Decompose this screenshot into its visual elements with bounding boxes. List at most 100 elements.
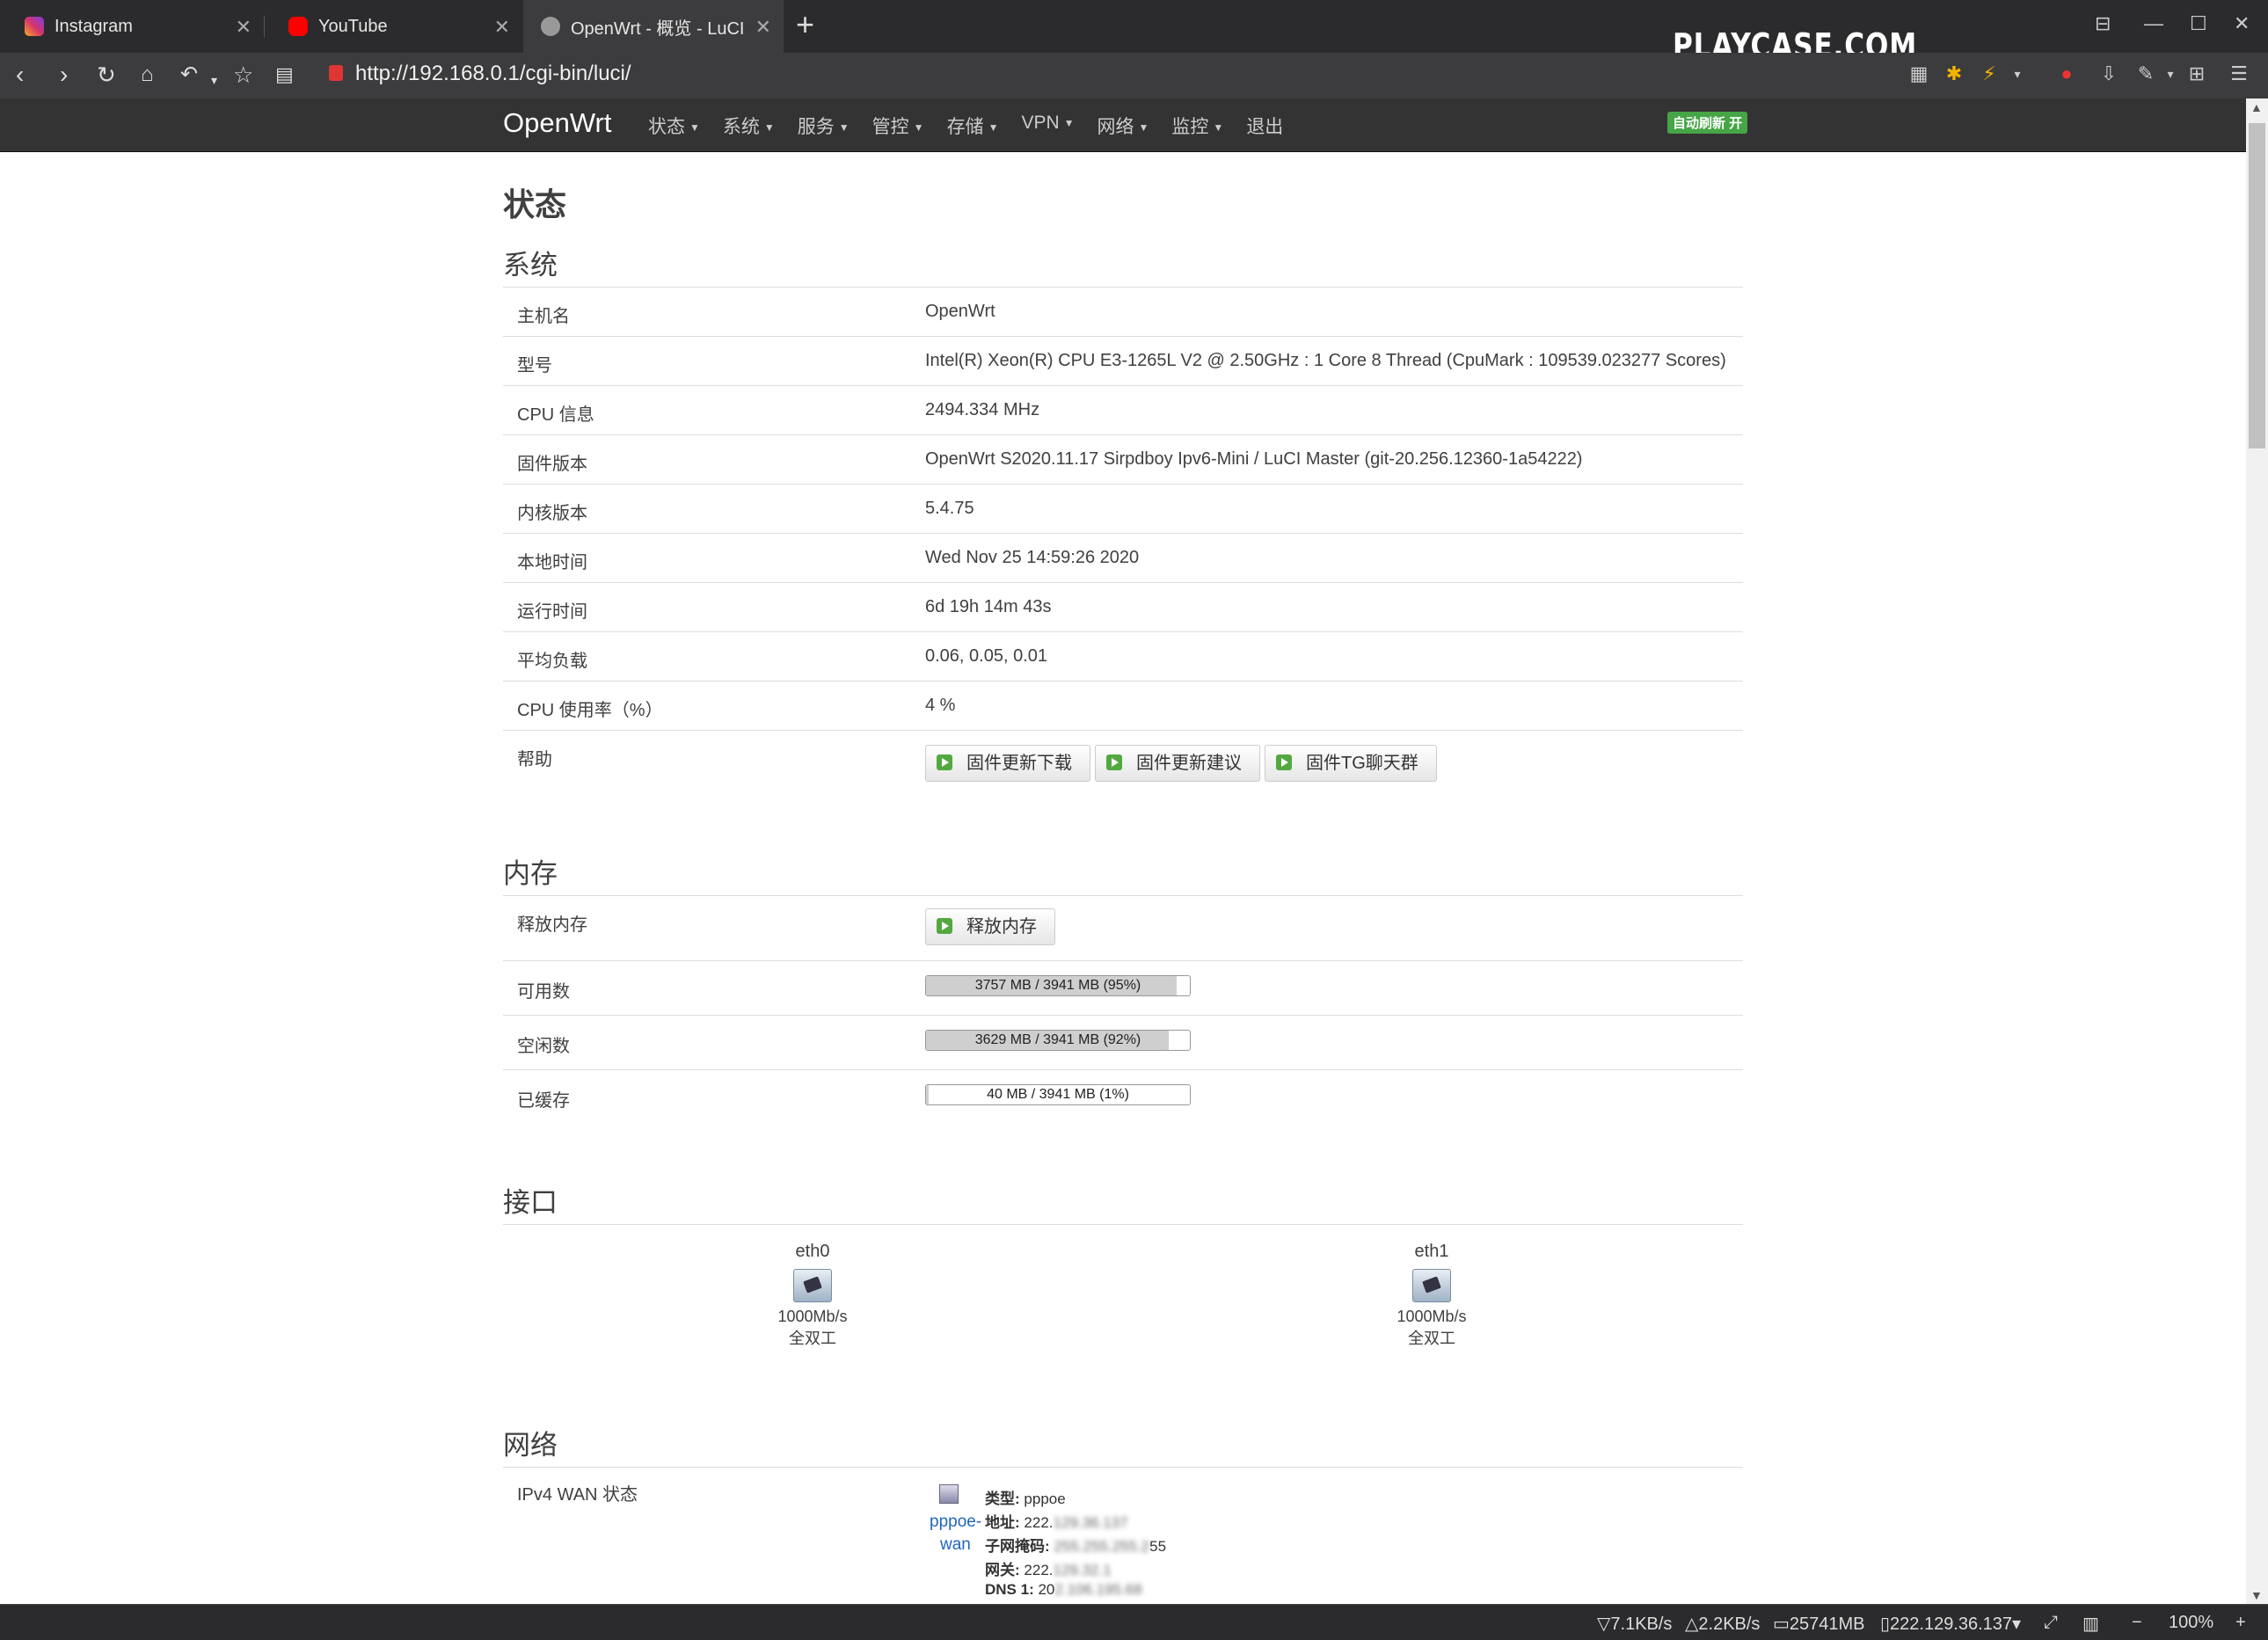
divider — [503, 1224, 1743, 1226]
zoom-level: 100% — [2169, 1613, 2214, 1632]
wan-address: 地址: 222.129.36.137 — [985, 1514, 1128, 1531]
release-memory-button[interactable]: 释放内存 — [925, 908, 1055, 945]
menu-logout[interactable]: 退出 — [1246, 113, 1283, 139]
menu-services[interactable]: 服务 ▼ — [798, 113, 850, 139]
close-icon[interactable]: ✕ — [755, 16, 771, 39]
minimize-icon[interactable]: — — [2144, 12, 2163, 35]
chevron-down-icon[interactable]: ▾ — [2160, 63, 2181, 84]
qr-code-icon[interactable]: ▦ — [1908, 63, 1929, 84]
table-row: 运行时间 6d 19h 14m 43s — [503, 582, 1743, 632]
scroll-down-icon[interactable]: ▼ — [2250, 1588, 2263, 1602]
close-icon[interactable]: ✕ — [236, 16, 252, 39]
caret-icon: ▼ — [1213, 121, 1224, 135]
translate-icon[interactable]: ✎ — [2135, 63, 2156, 84]
chevron-down-icon[interactable]: ▾ — [2007, 63, 2028, 84]
ethernet-port-icon — [1412, 1269, 1451, 1302]
scroll-up-icon[interactable]: ▲ — [2250, 100, 2263, 114]
download-icon[interactable]: ⇩ — [2098, 63, 2119, 84]
lock-icon — [329, 65, 343, 81]
page-title: 状态 — [503, 186, 567, 222]
wan-interface-name[interactable]: pppoe- — [930, 1512, 981, 1532]
auto-refresh-badge[interactable]: 自动刷新 开 — [1667, 112, 1748, 134]
youtube-icon — [288, 17, 308, 36]
back-icon[interactable]: ‹ — [16, 60, 24, 90]
table-row: 本地时间 Wed Nov 25 14:59:26 2020 — [503, 533, 1743, 583]
table-row: 内核版本 5.4.75 — [503, 484, 1743, 534]
tab-title: YouTube — [318, 16, 388, 36]
play-icon — [1106, 754, 1122, 770]
interface-eth1: eth1 1000Mb/s 全双工 — [1397, 1242, 1467, 1347]
wan-type: 类型: pppoe — [985, 1491, 1066, 1507]
lightning-icon[interactable]: ⚡ — [1979, 63, 2000, 84]
menu-monitor[interactable]: 监控 ▼ — [1171, 113, 1223, 139]
section-title-network: 网络 — [503, 1430, 558, 1461]
ip-address[interactable]: ▯222.129.36.137▾ — [1880, 1613, 2021, 1635]
caret-icon: ▼ — [1063, 117, 1075, 130]
play-icon — [1276, 754, 1292, 770]
wan-gateway: 网关: 222.129.32.1 — [985, 1562, 1112, 1578]
firmware-download-button[interactable]: 固件更新下载 — [925, 745, 1090, 782]
layout-icon[interactable]: ▥ — [2082, 1613, 2099, 1635]
close-window-icon[interactable]: ✕ — [2234, 12, 2250, 35]
caret-icon: ▼ — [838, 121, 850, 135]
new-tab-icon[interactable]: + — [796, 9, 814, 40]
tab-title: Instagram — [55, 16, 133, 36]
zoom-out-icon[interactable]: − — [2132, 1613, 2142, 1633]
extension-icon[interactable]: ✱ — [1943, 63, 1965, 84]
undo-icon[interactable]: ↶ — [180, 60, 198, 90]
section-title-system: 系统 — [503, 250, 558, 281]
maximize-icon[interactable]: ☐ — [2190, 12, 2207, 35]
browser-status-bar: ▽7.1KB/s △2.2KB/s ▭25741MB ▯222.129.36.1… — [0, 1604, 2268, 1640]
sidebar-toggle-icon[interactable]: ⊟ — [2095, 12, 2111, 35]
menu-status[interactable]: 状态 ▼ — [648, 113, 700, 139]
fullscreen-icon[interactable]: ⤢ — [2044, 1613, 2058, 1633]
menu-network[interactable]: 网络 ▼ — [1098, 113, 1149, 139]
section-title-memory: 内存 — [503, 858, 558, 889]
tab-openwrt[interactable]: OpenWrt - 概览 - LuCI ✕ — [523, 0, 784, 53]
progress-bar: 3757 MB / 3941 MB (95%) — [925, 975, 1191, 996]
home-icon[interactable]: ⌂ — [141, 60, 154, 90]
play-icon — [937, 754, 952, 770]
progress-bar: 3629 MB / 3941 MB (92%) — [925, 1030, 1191, 1051]
wan-interface-name-2[interactable]: wan — [940, 1535, 971, 1555]
openwrt-header: OpenWrt 状态 ▼ 系统 ▼ 服务 ▼ 管控 ▼ 存储 ▼ VPN ▼ 网络 ▼ 监控 ▼… — [0, 98, 2268, 152]
menu-storage[interactable]: 存储 ▼ — [947, 113, 999, 139]
firmware-tg-chat-button[interactable]: 固件TG聊天群 — [1265, 745, 1437, 782]
menu-control[interactable]: 管控 ▼ — [872, 113, 924, 139]
tab-instagram[interactable]: Instagram ✕ — [0, 0, 264, 53]
menu-icon[interactable]: ☰ — [2228, 63, 2250, 84]
tab-youtube[interactable]: YouTube ✕ — [264, 0, 522, 53]
main-menu: 状态 ▼ 系统 ▼ 服务 ▼ 管控 ▼ 存储 ▼ VPN ▼ 网络 ▼ 监控 ▼ 退出 — [648, 113, 1306, 139]
table-row: 平均负载 0.06, 0.05, 0.01 — [503, 631, 1743, 682]
table-row: 固件版本 OpenWrt S2020.11.17 Sirpdboy Ipv6-M… — [503, 434, 1743, 485]
chevron-down-icon[interactable]: ▾ — [211, 65, 217, 95]
forward-icon[interactable]: › — [60, 60, 68, 90]
table-row: CPU 使用率（%） 4 % — [503, 681, 1743, 731]
table-row: 空闲数 3629 MB / 3941 MB (92%) — [503, 1015, 1743, 1070]
close-icon[interactable]: ✕ — [494, 16, 510, 39]
zoom-in-icon[interactable]: + — [2235, 1613, 2246, 1633]
reload-icon[interactable]: ↻ — [97, 60, 116, 90]
table-row: 可用数 3757 MB / 3941 MB (95%) — [503, 960, 1743, 1016]
menu-vpn[interactable]: VPN ▼ — [1021, 113, 1074, 139]
caret-icon: ▼ — [763, 121, 775, 135]
firmware-suggestion-button[interactable]: 固件更新建议 — [1095, 745, 1260, 782]
download-arrow-icon: ▽ — [1597, 1614, 1611, 1634]
openwrt-favicon — [541, 17, 560, 36]
scrollbar-thumb[interactable] — [2249, 123, 2265, 448]
reader-icon[interactable]: ▤ — [275, 60, 294, 90]
brand-logo[interactable]: OpenWrt — [503, 107, 611, 139]
url-field[interactable]: http://192.168.0.1/cgi-bin/luci/ — [355, 62, 631, 86]
caret-icon: ▼ — [1138, 121, 1149, 135]
table-row: 已缓存 40 MB / 3941 MB (1%) — [503, 1069, 1743, 1125]
menu-system[interactable]: 系统 ▼ — [723, 113, 775, 139]
star-icon[interactable]: ☆ — [233, 60, 253, 90]
address-toolbar: ‹ › ↻ ⌂ ↶ ▾ ☆ ▤ http://192.168.0.1/cgi-b… — [0, 53, 2268, 98]
apps-icon[interactable]: ⊞ — [2186, 63, 2207, 84]
interface-eth0: eth0 1000Mb/s 全双工 — [777, 1242, 848, 1347]
caret-icon: ▼ — [988, 121, 999, 135]
chevron-down-icon: ▾ — [2012, 1614, 2022, 1634]
adblock-icon[interactable]: ● — [2056, 63, 2077, 84]
ip-icon: ▯ — [1880, 1614, 1891, 1634]
instagram-icon — [25, 17, 44, 36]
